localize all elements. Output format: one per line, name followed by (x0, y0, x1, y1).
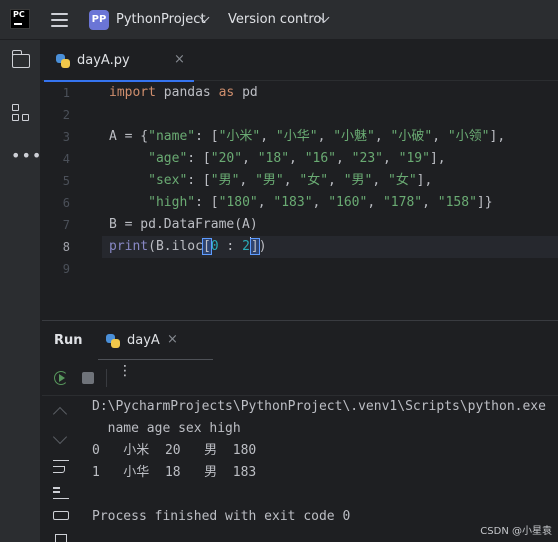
console-line: 1 小华 18 男 183 (92, 465, 257, 480)
code-line-5: "sex": ["男", "男", "女", "男", "女"], (148, 173, 433, 188)
code-line-4: "age": ["20", "18", "16", "23", "19"], (148, 151, 446, 166)
print-icon[interactable] (53, 511, 69, 520)
soft-wrap-icon[interactable] (53, 460, 69, 474)
console-line: name age sex high (92, 421, 241, 436)
title-bar: PC PP PythonProject Version control (0, 0, 558, 40)
console-side-toolbar (42, 396, 78, 542)
more-tools-icon[interactable]: ••• (11, 148, 42, 164)
line-number-gutter: 1 2 3 4 5 6 7 8 9 (42, 82, 102, 320)
python-file-icon (56, 54, 70, 68)
code-line-7: B = pd.DataFrame(A) (109, 217, 258, 232)
run-toolbar: ⋮ (42, 360, 558, 396)
line-number: 7 (62, 218, 70, 232)
more-options-icon[interactable]: ⋮ (118, 364, 132, 378)
run-tab-daya[interactable]: dayA × (98, 321, 213, 361)
tool-window-strip: ••• (0, 40, 41, 542)
line-number: 1 (62, 86, 70, 100)
trash-icon[interactable] (55, 534, 67, 542)
rerun-icon[interactable] (54, 371, 68, 385)
code-line-1: import pandas as pd (109, 85, 258, 100)
console-line: D:\PycharmProjects\PythonProject\.venv1\… (92, 399, 546, 414)
line-number: 3 (62, 130, 70, 144)
close-tab-icon[interactable]: × (174, 52, 185, 67)
pycharm-logo-icon[interactable]: PC (10, 9, 30, 29)
run-panel-header: Run dayA × (42, 320, 558, 361)
scroll-to-end-icon[interactable] (53, 485, 69, 499)
editor-tab-label: dayA.py (77, 53, 130, 68)
structure-icon[interactable] (12, 104, 30, 122)
stop-icon[interactable] (82, 372, 94, 384)
main-menu-icon[interactable] (51, 13, 68, 27)
line-number: 9 (62, 262, 70, 276)
code-line-8: print(B.iloc[0 : 2]) (109, 237, 267, 255)
line-number: 4 (62, 152, 70, 166)
line-number: 6 (62, 196, 70, 210)
down-arrow-icon[interactable] (52, 429, 68, 445)
console-line: Process finished with exit code 0 (92, 509, 351, 524)
line-number: 5 (62, 174, 70, 188)
code-line-3: A = {"name": ["小米", "小华", "小魅", "小破", "小… (109, 129, 506, 144)
project-folder-icon[interactable] (11, 50, 30, 68)
run-tab-label: dayA (127, 333, 160, 348)
up-arrow-icon[interactable] (52, 406, 68, 422)
watermark: CSDN @小星袁 (480, 526, 552, 537)
version-control-menu[interactable]: Version control (228, 12, 325, 27)
close-run-tab-icon[interactable]: × (167, 332, 178, 347)
logo-text: PC (13, 10, 25, 19)
console-output[interactable]: D:\PycharmProjects\PythonProject\.venv1\… (92, 396, 558, 542)
project-name[interactable]: PythonProject (116, 12, 206, 27)
project-badge[interactable]: PP (89, 10, 109, 30)
line-number-current: 8 (62, 240, 70, 254)
editor-tab-daya[interactable]: dayA.py × (44, 41, 194, 82)
python-run-icon (106, 334, 120, 348)
code-editor[interactable]: import pandas as pd A = {"name": ["小米", … (109, 82, 558, 320)
code-line-6: "high": ["180", "183", "160", "178", "15… (148, 195, 493, 210)
line-number: 2 (62, 108, 70, 122)
editor-tab-bar: dayA.py × (42, 41, 558, 82)
console-line: 0 小米 20 男 180 (92, 443, 257, 458)
run-panel-title[interactable]: Run (54, 333, 83, 348)
toolbar-divider (106, 369, 107, 387)
